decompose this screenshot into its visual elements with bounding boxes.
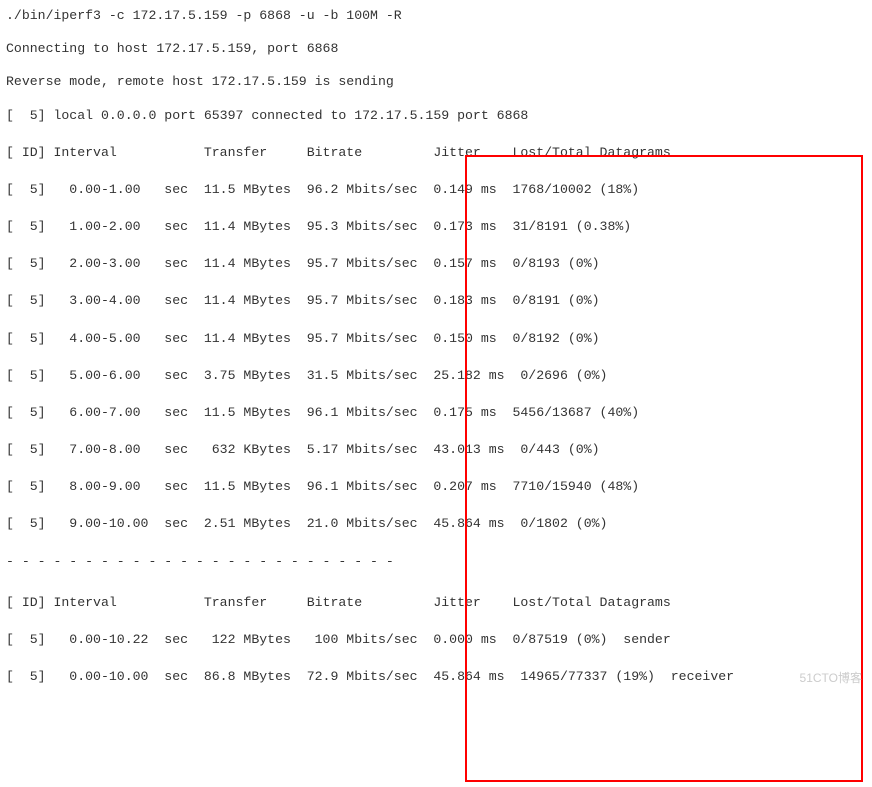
local-connected-line: [ 5] local 0.0.0.0 port 65397 connected … [6,108,866,123]
data-row: [ 5] 9.00-10.00 sec 2.51 MBytes 21.0 Mbi… [6,516,866,531]
data-row: [ 5] 6.00-7.00 sec 11.5 MBytes 96.1 Mbit… [6,405,866,420]
data-row: [ 5] 7.00-8.00 sec 632 KBytes 5.17 Mbits… [6,442,866,457]
command-line: ./bin/iperf3 -c 172.17.5.159 -p 6868 -u … [6,8,866,23]
column-header-2: [ ID] Interval Transfer Bitrate Jitter L… [6,595,866,610]
data-row: [ 5] 8.00-9.00 sec 11.5 MBytes 96.1 Mbit… [6,479,866,494]
data-row: [ 5] 5.00-6.00 sec 3.75 MBytes 31.5 Mbit… [6,368,866,383]
data-row: [ 5] 1.00-2.00 sec 11.4 MBytes 95.3 Mbit… [6,219,866,234]
column-header-1: [ ID] Interval Transfer Bitrate Jitter L… [6,145,866,160]
connecting-line: Connecting to host 172.17.5.159, port 68… [6,41,866,56]
divider-line: - - - - - - - - - - - - - - - - - - - - … [6,554,866,569]
data-row: [ 5] 3.00-4.00 sec 11.4 MBytes 95.7 Mbit… [6,293,866,308]
summary-row: [ 5] 0.00-10.00 sec 86.8 MBytes 72.9 Mbi… [6,669,866,684]
data-row: [ 5] 0.00-1.00 sec 11.5 MBytes 96.2 Mbit… [6,182,866,197]
data-row: [ 5] 4.00-5.00 sec 11.4 MBytes 95.7 Mbit… [6,331,866,346]
reverse-mode-line: Reverse mode, remote host 172.17.5.159 i… [6,74,866,89]
watermark-text: 51CTO博客 [800,669,862,686]
data-row: [ 5] 2.00-3.00 sec 11.4 MBytes 95.7 Mbit… [6,256,866,271]
summary-row: [ 5] 0.00-10.22 sec 122 MBytes 100 Mbits… [6,632,866,647]
